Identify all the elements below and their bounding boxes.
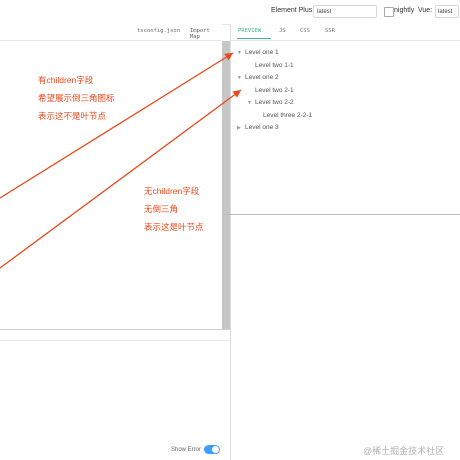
vue-version-label: Vue: xyxy=(418,7,433,14)
tab-preview[interactable]: PREVIEW xyxy=(238,28,261,34)
watermark: @稀土掘金技术社区 xyxy=(363,446,445,456)
caret-right-icon[interactable]: ▶ xyxy=(237,125,245,131)
tree-node[interactable]: Level two 1-1 xyxy=(255,62,294,69)
tree-node-label: Level one 1 xyxy=(245,49,279,56)
tree-node-label: Level three 2-2-1 xyxy=(263,112,313,119)
vue-version-select[interactable]: latest xyxy=(435,5,459,18)
element-plus-version-select[interactable]: latest xyxy=(313,5,377,18)
tree-node[interactable]: ▶ Level one 3 xyxy=(237,124,279,131)
tree-node[interactable]: ▼ Level two 2-2 xyxy=(247,99,294,106)
tree-node[interactable]: ▼ Level one 1 xyxy=(237,49,279,56)
nightly-label: nightly xyxy=(394,7,415,14)
panel-splitter[interactable] xyxy=(230,24,231,460)
editor-bottom-divider xyxy=(0,329,230,330)
tree-node-label: Level two 1-1 xyxy=(255,62,294,69)
tab-js[interactable]: JS xyxy=(279,28,286,34)
tree-node-label: Level one 2 xyxy=(245,74,279,81)
note-line: 希望展示倒三角图标 xyxy=(38,93,115,103)
tab-css[interactable]: CSS xyxy=(300,28,310,34)
show-error-toggle[interactable] xyxy=(204,445,220,454)
editor-scrollbar[interactable] xyxy=(222,41,230,329)
toggle-knob xyxy=(212,446,219,453)
tree-node[interactable]: Level three 2-2-1 xyxy=(263,112,312,119)
note-line: 表示这是叶节点 xyxy=(144,222,204,232)
nightly-checkbox[interactable] xyxy=(384,7,394,17)
note-line: 无children字段 xyxy=(144,186,200,196)
top-bar: Element Plus: latest nightly Vue: latest xyxy=(0,0,460,25)
tab-ssr[interactable]: SSR xyxy=(325,28,335,34)
caret-down-icon[interactable]: ▼ xyxy=(247,100,255,106)
note-line: 有children字段 xyxy=(38,75,94,85)
active-tab-indicator xyxy=(237,38,271,39)
tree-node[interactable]: Level two 2-1 xyxy=(255,87,294,94)
caret-down-icon[interactable]: ▼ xyxy=(237,50,245,56)
tab-import-map[interactable]: Import Map xyxy=(190,28,222,40)
tree-node-label: Level one 3 xyxy=(245,124,279,131)
editor-tabs: tsconfig.json Import Map xyxy=(0,24,222,41)
tree-node[interactable]: ▼ Level one 2 xyxy=(237,74,279,81)
tree-node-label: Level two 2-1 xyxy=(255,87,294,94)
note-line: 表示这不是叶节点 xyxy=(38,111,107,121)
tab-tsconfig[interactable]: tsconfig.json xyxy=(137,28,180,34)
preview-tabs: PREVIEW JS CSS SSR xyxy=(231,24,460,41)
preview-divider-line xyxy=(224,214,460,215)
note-line: 无倒三角 xyxy=(144,204,179,214)
element-plus-version-label: Element Plus: xyxy=(271,7,315,14)
caret-down-icon[interactable]: ▼ xyxy=(237,75,245,81)
output-divider xyxy=(0,340,230,341)
show-error-label: Show Error xyxy=(171,447,202,453)
tree-node-label: Level two 2-2 xyxy=(255,99,294,106)
annotation-note-children: 有children字段 希望展示倒三角图标 表示这不是叶节点 xyxy=(38,71,115,125)
annotation-note-leaf: 无children字段 无倒三角 表示这是叶节点 xyxy=(144,182,204,236)
